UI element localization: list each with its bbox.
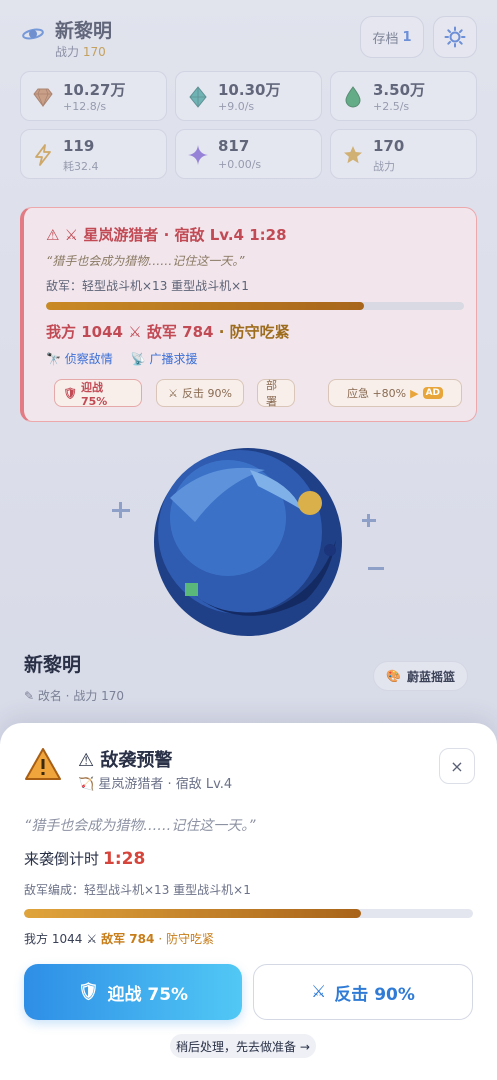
later-button[interactable]: 稍后处理，先去做准备 → <box>170 1034 316 1058</box>
alert-forces: 我方 1044 ⚔ 敌军 784 · 防守吃紧 <box>46 321 290 342</box>
biome-label: 蔚蓝摇篮 <box>406 669 455 684</box>
raid-alert-card[interactable]: ⚠ ⚔ 星岚游猎者 · 宿敌 Lv.4 1:28 “猎手也会成为猎物……记住这一… <box>20 207 477 422</box>
alert-progress-fill <box>46 302 364 310</box>
raid-warning-sheet: ⚠ 敌袭预警 🏹 星岚游猎者 · 宿敌 Lv.4 × “猎手也会成为猎物……记住… <box>0 723 497 1080</box>
force-progress-fill <box>24 909 361 918</box>
planet-rename-link[interactable]: ✎ 改名 · 战力 170 <box>24 687 124 704</box>
swords-icon: ⚔ <box>168 386 178 400</box>
fight-button[interactable]: 🛡 迎战 75% <box>24 964 242 1020</box>
force-comparison: 我方 1044 ⚔ 敌军 784 · 防守吃紧 <box>24 930 214 947</box>
crossed-swords-icon: ⚔ <box>128 323 142 341</box>
crossed-swords-icon: ⚔ <box>86 931 98 946</box>
palette-icon: 🎨 <box>386 669 401 683</box>
alert-progress-bar <box>46 302 464 310</box>
scout-link[interactable]: 🔭 侦察敌情 <box>46 350 113 367</box>
alert-actions: 🔭 侦察敌情 📡 广播求援 <box>46 350 198 367</box>
sheet-subtitle: 🏹 星岚游猎者 · 宿敌 Lv.4 <box>78 773 232 792</box>
force-progress-bar <box>24 909 473 918</box>
chip-deploy[interactable]: 部署 <box>257 379 295 408</box>
countdown-time: 1:28 <box>103 849 146 869</box>
alert-enemy: 敌军：轻型战斗机×13 重型战斗机×1 <box>46 279 249 293</box>
sheet-title: ⚠ 敌袭预警 <box>78 750 173 771</box>
ad-badge: AD <box>422 387 444 399</box>
warning-triangle-icon <box>25 748 61 780</box>
counter-label: 反击 90% <box>334 984 415 1005</box>
alert-title: ⚠ ⚔ 星岚游猎者 · 宿敌 Lv.4 1:28 <box>46 224 287 245</box>
scout-label: 侦察敌情 <box>64 352 113 366</box>
play-ad-icon: ▶ <box>410 386 419 400</box>
alert-title-text: 星岚游猎者 · 宿敌 Lv.4 1:28 <box>83 226 287 244</box>
biome-badge[interactable]: 🎨 蔚蓝摇篮 <box>373 661 468 691</box>
chip-emergency-label: 应急 +80% <box>346 387 407 400</box>
fight-label: 迎战 75% <box>107 984 189 1005</box>
chip-fight[interactable]: 🛡 迎战 75% <box>54 379 142 408</box>
enemy-quote: “猎手也会成为猎物……记住这一天。” <box>24 818 256 834</box>
chip-counter[interactable]: ⚔ 反击 90% <box>156 379 244 407</box>
counter-attack-button[interactable]: ⚔ 反击 90% <box>253 964 473 1020</box>
countdown: 来袭倒计时 1:28 <box>24 848 145 869</box>
close-button[interactable]: × <box>439 748 475 784</box>
enemy-force: 敌军 784 <box>101 932 155 946</box>
sheet-subtitle-text: 星岚游猎者 · 宿敌 Lv.4 <box>98 777 233 792</box>
antenna-icon: 📡 <box>130 352 150 366</box>
alert-verdict: · 防守吃紧 <box>218 323 290 341</box>
chip-emergency[interactable]: 应急 +80% ▶ AD <box>328 379 462 407</box>
warning-icon: ⚠ ⚔ <box>46 226 79 244</box>
planet-name: 新黎明 <box>24 654 82 676</box>
shield-icon: 🛡 <box>77 982 100 1002</box>
chip-fight-label: 迎战 75% <box>80 380 108 408</box>
chip-deploy-label: 部署 <box>266 379 277 408</box>
enemy-force: 敌军 784 <box>146 323 214 341</box>
planet-image[interactable] <box>100 440 400 650</box>
force-verdict: · 防守吃紧 <box>158 932 214 946</box>
chip-counter-label: 反击 90% <box>181 387 232 400</box>
bow-icon: 🏹 <box>78 777 99 792</box>
our-force: 我方 1044 <box>24 932 83 946</box>
binoculars-icon: 🔭 <box>46 352 65 366</box>
broadcast-link[interactable]: 📡 广播求援 <box>131 350 198 367</box>
alert-quote: “猎手也会成为猎物……记住这一天。” <box>46 254 245 268</box>
countdown-label: 来袭倒计时 <box>24 850 100 868</box>
shield-icon: 🛡 <box>63 386 77 400</box>
our-force: 我方 1044 <box>46 323 123 341</box>
enemy-composition: 敌军编成：轻型战斗机×13 重型战斗机×1 <box>24 883 251 897</box>
crossed-swords-icon: ⚔ <box>311 982 327 1002</box>
broadcast-label: 广播求援 <box>149 352 198 366</box>
